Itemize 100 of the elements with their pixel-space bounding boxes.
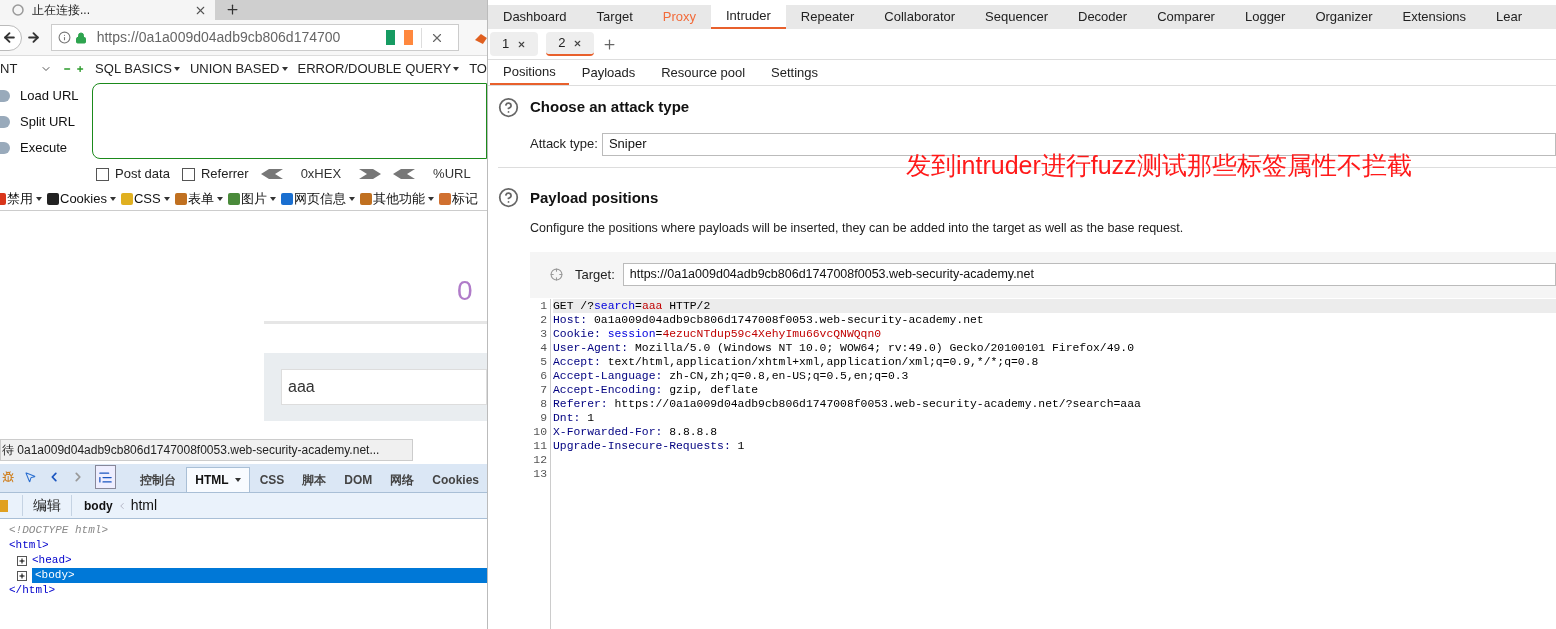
devtools-tab[interactable]: DOM	[336, 467, 381, 492]
request-tab[interactable]: 1	[490, 32, 539, 56]
url-textarea[interactable]	[92, 83, 487, 159]
sub-tab[interactable]: Resource pool	[648, 60, 759, 85]
toolbar-menu[interactable]: 标记	[438, 188, 478, 209]
devtools-tab[interactable]: CSS	[251, 467, 293, 492]
line-number: 2	[540, 312, 547, 327]
edit-button[interactable]: 编辑	[22, 495, 72, 516]
breadcrumb-item[interactable]: html	[130, 495, 158, 516]
chevrons-left-icon[interactable]	[393, 169, 416, 179]
devtools-tab[interactable]: HTML	[186, 467, 250, 492]
action-button[interactable]: Execute	[0, 137, 92, 159]
bug-icon[interactable]	[2, 470, 15, 484]
search-field[interactable]: aaa	[281, 369, 487, 405]
new-tab-icon[interactable]	[225, 2, 240, 17]
checkbox[interactable]: Referrer	[181, 164, 249, 184]
caret-icon	[453, 66, 460, 71]
checkbox[interactable]: Post data	[96, 164, 170, 184]
action-button[interactable]: Split URL	[0, 111, 92, 133]
dom-node[interactable]: <!DOCTYPE html>	[9, 523, 109, 538]
tool-tab[interactable]: Target	[581, 5, 648, 29]
tool-tab[interactable]: Organizer	[1300, 5, 1388, 29]
menu-item[interactable]: ERROR/DOUBLE QUERY	[297, 58, 460, 79]
tool-tab[interactable]: Collaborator	[869, 5, 971, 29]
tool-tab[interactable]: Dashboard	[488, 5, 582, 29]
toolbar-menu[interactable]: CSS	[120, 188, 170, 209]
request-line: X-Forwarded-For: 8.8.8.8	[553, 424, 718, 439]
toolbar-icon	[280, 192, 293, 205]
line-number: 7	[540, 382, 547, 397]
line-number: 13	[533, 466, 547, 481]
tool-tab[interactable]: Extensions	[1387, 5, 1482, 29]
tool-tab[interactable]: Comparer	[1142, 5, 1230, 29]
tool-tab[interactable]: Repeater	[785, 5, 870, 29]
request-line: Accept-Language: zh-CN,zh;q=0.8,en-US;q=0.5,en;q=0.3	[553, 368, 909, 383]
tool-tab[interactable]: Lear	[1481, 5, 1538, 29]
expand-icon[interactable]	[17, 555, 27, 566]
menu-item[interactable]: SQL BASICS	[95, 58, 180, 79]
back-button[interactable]	[0, 24, 22, 51]
caret-icon	[427, 196, 434, 201]
dom-node[interactable]: <body>	[32, 568, 487, 583]
toolbar-menu[interactable]: 图片	[227, 188, 276, 209]
toolbar-icon	[438, 192, 451, 205]
request-line: Host: 0a1a009d04adb9cb806d1747008f0053.web-security-academy.net	[553, 312, 984, 327]
command-line-icon	[98, 469, 114, 485]
menu-item[interactable]: UNION BASED	[189, 58, 288, 79]
request-line: User-Agent: Mozilla/5.0 (Windows NT 10.0; WOW64; rv:49.0) Gecko/20100101 Firefox/49.0	[553, 340, 1135, 355]
flag-icon	[386, 30, 414, 45]
line-number: 3	[540, 326, 547, 341]
request-editor[interactable]	[530, 297, 1556, 629]
sub-tab[interactable]: Payloads	[568, 60, 649, 85]
toolbar-icon	[174, 192, 187, 205]
tool-tab[interactable]: Logger	[1229, 5, 1301, 29]
menu-item[interactable]: TO	[469, 58, 487, 79]
sub-tab[interactable]: Settings	[758, 60, 832, 85]
close-icon[interactable]	[517, 39, 527, 49]
tool-tab[interactable]: Decoder	[1063, 5, 1143, 29]
caret-icon	[281, 66, 288, 71]
chevrons-right-icon[interactable]	[359, 169, 382, 179]
target-field[interactable]: https://0a1a009d04adb9cb806d1747008f0053.web-security-academy.net	[622, 263, 1556, 287]
devtools-tab[interactable]: Cookies	[424, 467, 487, 492]
dom-node[interactable]: </html>	[9, 583, 56, 598]
devtools-tab[interactable]: 脚本	[294, 467, 335, 492]
close-icon[interactable]	[573, 38, 583, 48]
breadcrumb-item[interactable]: body	[84, 496, 113, 515]
result-count: 0	[457, 277, 473, 305]
line-number: 12	[533, 452, 547, 467]
devtools-tab[interactable]: 控制台	[132, 467, 185, 492]
request-line: GET /?search=aaa HTTP/2	[553, 298, 711, 313]
toolbar-menu[interactable]: 网页信息	[280, 188, 355, 209]
forward-icon[interactable]	[25, 30, 41, 45]
action-icon	[0, 116, 10, 128]
chevrons-left-icon[interactable]	[260, 169, 283, 179]
caret-icon	[109, 196, 116, 201]
toolbar-menu[interactable]: 禁用	[0, 188, 42, 209]
add-tab-icon[interactable]	[602, 36, 618, 52]
action-button[interactable]: Load URL	[0, 85, 92, 107]
line-number: 11	[533, 438, 547, 453]
browser-tab[interactable]: 止在连接...	[0, 0, 215, 20]
request-line: Upgrade-Insecure-Requests: 1	[553, 438, 745, 453]
request-line: Accept-Encoding: gzip, deflate	[553, 382, 759, 397]
address-bar[interactable]: https://0a1a009d04adb9cb806d174700	[50, 24, 460, 51]
help-icon[interactable]	[498, 96, 519, 118]
tool-tab[interactable]: Intruder	[711, 5, 786, 29]
info-icon[interactable]	[57, 31, 71, 44]
expand-icon[interactable]	[17, 570, 27, 581]
tool-tab[interactable]: Sequencer	[970, 5, 1063, 29]
request-tab[interactable]: 2	[546, 32, 595, 56]
toolbar-menu[interactable]: Cookies	[47, 188, 116, 209]
devtools-tab[interactable]: 网络	[382, 467, 423, 492]
toolbar-menu[interactable]: 其他功能	[359, 188, 434, 209]
sub-tab[interactable]: Positions	[490, 60, 569, 85]
dom-node[interactable]: <head>	[32, 553, 72, 568]
dom-node[interactable]: <html>	[9, 538, 49, 553]
command-line-button[interactable]	[94, 465, 117, 489]
target-label: Target:	[575, 266, 615, 284]
loading-icon	[12, 4, 24, 16]
inspect-icon[interactable]	[24, 470, 37, 484]
toolbar-menu[interactable]: 表单	[174, 188, 223, 209]
help-icon[interactable]	[498, 187, 519, 209]
action-icon	[0, 142, 10, 154]
